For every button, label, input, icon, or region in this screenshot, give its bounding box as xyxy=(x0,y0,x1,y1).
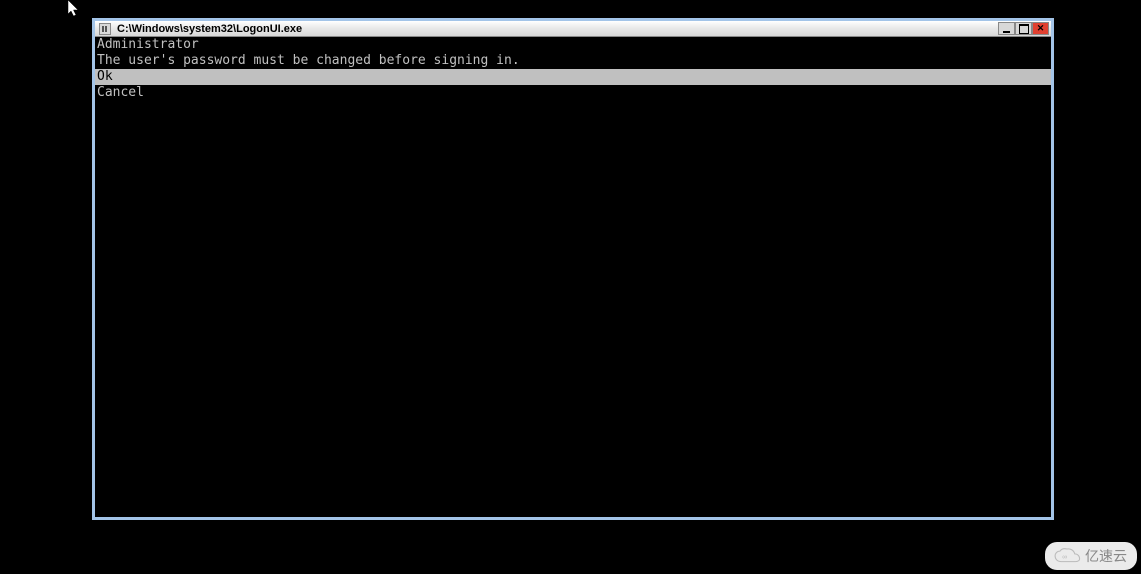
ok-option[interactable]: Ok xyxy=(95,69,1051,85)
cancel-option[interactable]: Cancel xyxy=(95,85,1051,101)
user-line: Administrator xyxy=(95,37,1051,53)
console-area: Administrator The user's password must b… xyxy=(95,37,1051,517)
cloud-icon: ∞ xyxy=(1053,547,1081,565)
watermark-text: 亿速云 xyxy=(1085,546,1127,566)
watermark-badge: ∞ 亿速云 xyxy=(1045,542,1137,570)
svg-text:∞: ∞ xyxy=(1062,554,1067,561)
app-icon xyxy=(99,23,111,35)
close-button[interactable] xyxy=(1032,22,1049,35)
minimize-button[interactable] xyxy=(998,22,1015,35)
console-window: C:\Windows\system32\LogonUI.exe Administ… xyxy=(92,18,1054,520)
maximize-button[interactable] xyxy=(1015,22,1032,35)
message-line: The user's password must be changed befo… xyxy=(95,53,1051,69)
window-titlebar[interactable]: C:\Windows\system32\LogonUI.exe xyxy=(95,21,1051,37)
window-controls xyxy=(998,22,1049,35)
mouse-cursor-icon xyxy=(68,0,82,18)
window-title: C:\Windows\system32\LogonUI.exe xyxy=(117,23,998,35)
